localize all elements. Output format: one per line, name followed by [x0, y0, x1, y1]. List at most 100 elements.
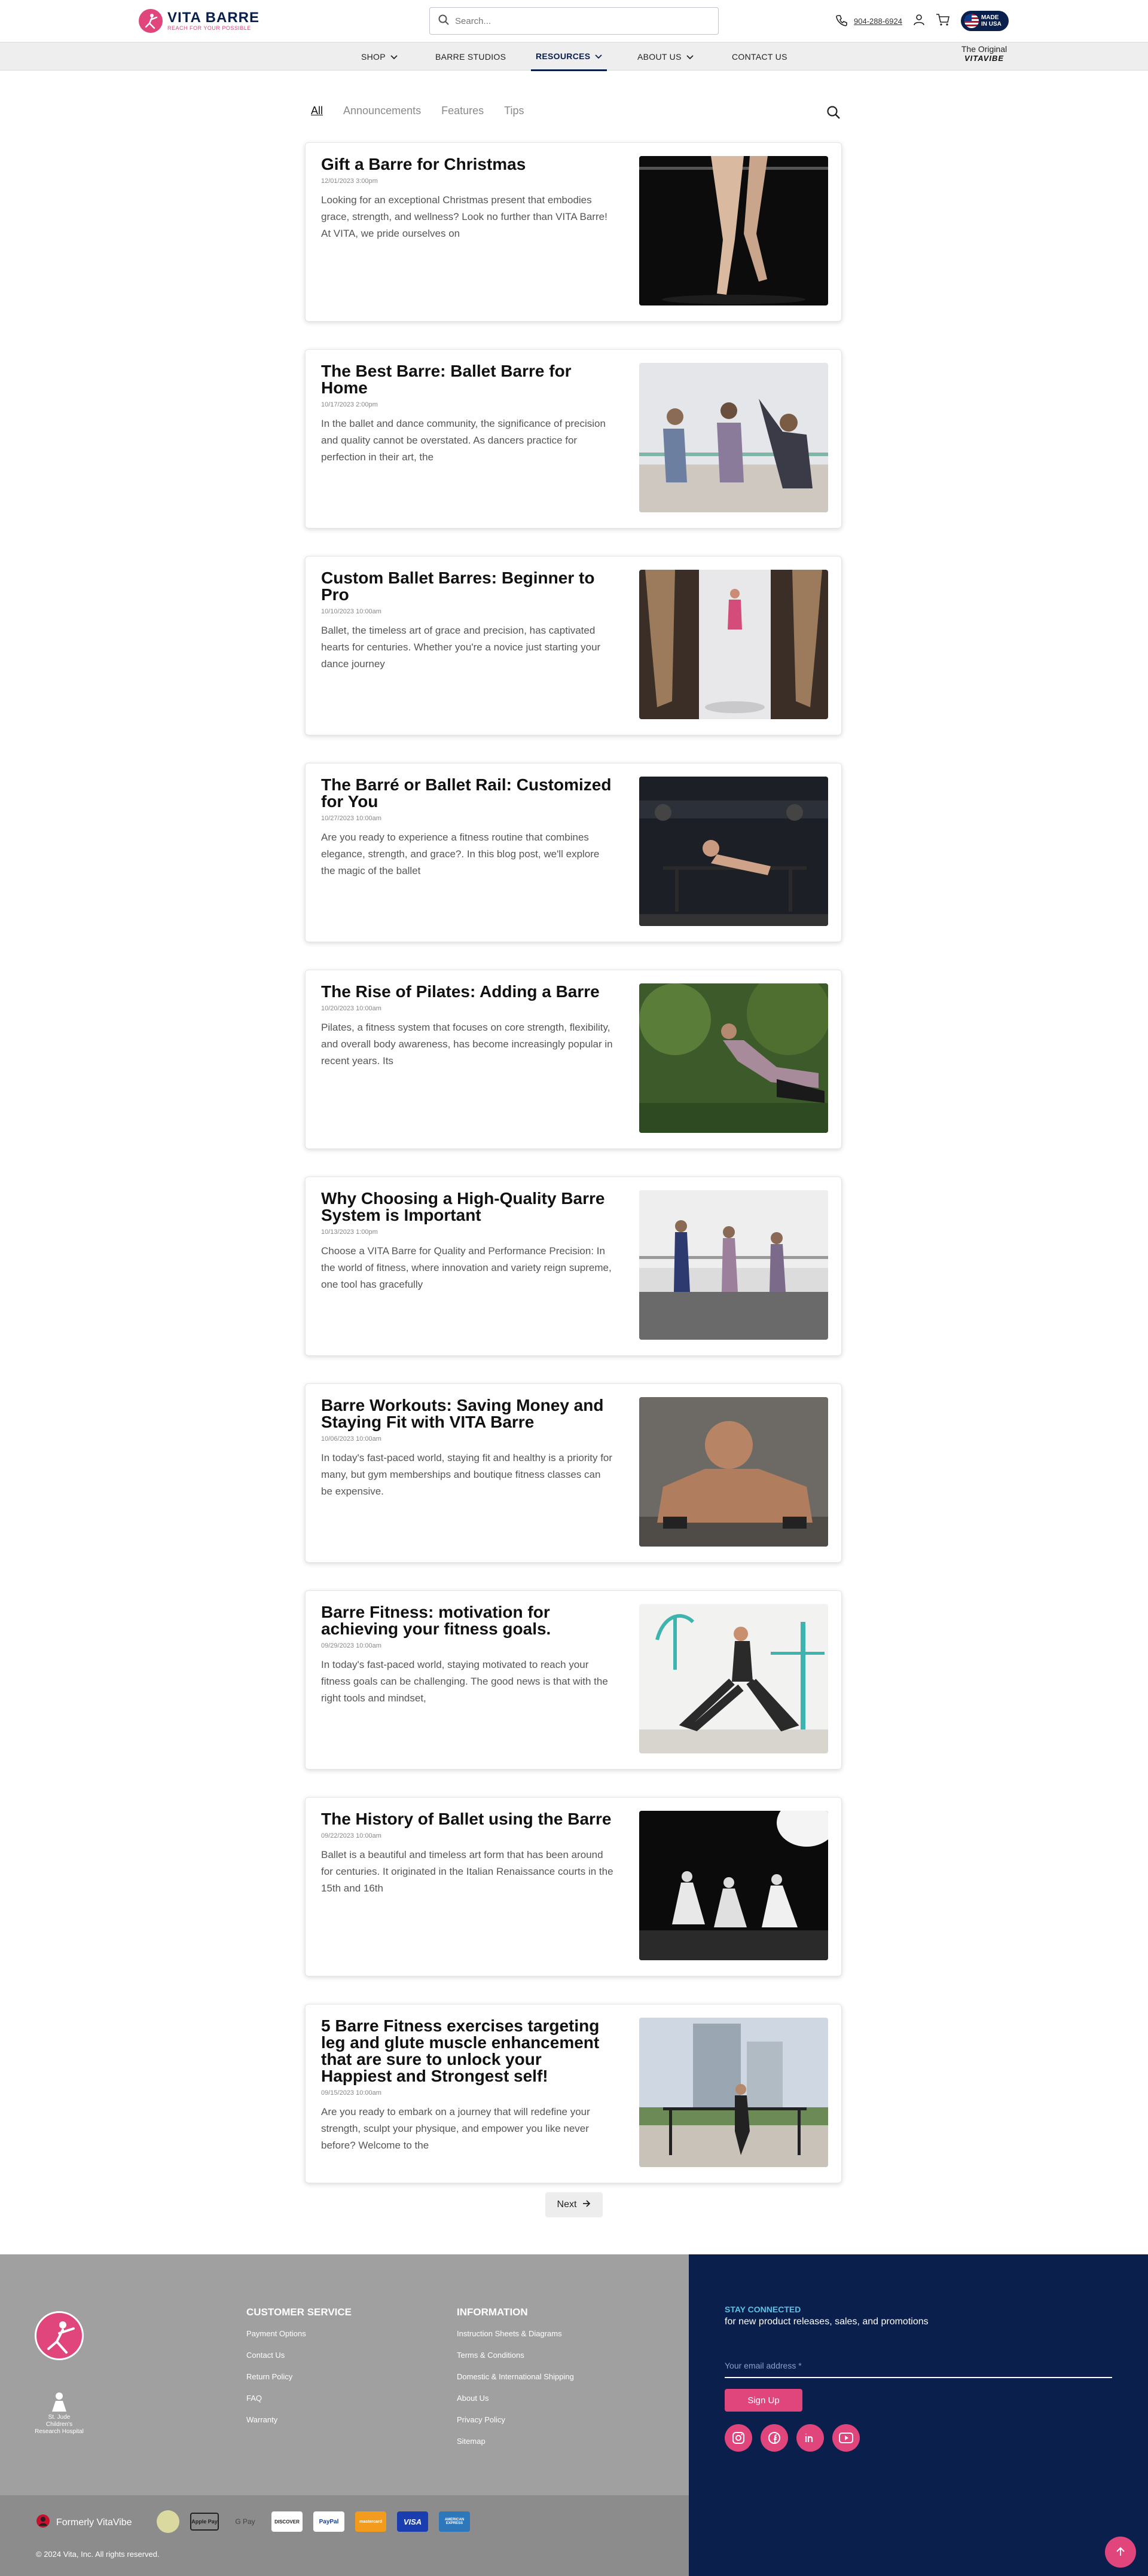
blog-post-card[interactable]: Why Choosing a High-Quality Barre System…	[305, 1177, 842, 1356]
information-heading: INFORMATION	[457, 2306, 528, 2318]
stjude-logo[interactable]: St. Jude Children's Research Hospital	[35, 2391, 84, 2436]
nav-contact-us[interactable]: CONTACT US	[732, 42, 787, 71]
nav-label: CONTACT US	[732, 52, 787, 62]
apple-pay-icon: Apple Pay	[190, 2513, 219, 2531]
arrow-up-icon	[1115, 2546, 1126, 2559]
tab-all[interactable]: All	[311, 105, 323, 123]
post-date: 10/17/2023 2:00pm	[321, 401, 378, 408]
site-logo[interactable]: VITA BARRE REACH FOR YOUR POSSIBLE	[139, 8, 259, 33]
nav-label: BARRE STUDIOS	[435, 52, 506, 62]
blog-search-icon[interactable]	[826, 105, 841, 123]
nav-label: RESOURCES	[536, 51, 591, 61]
post-image[interactable]	[639, 1397, 828, 1547]
nav-about-us[interactable]: ABOUT US	[637, 42, 694, 71]
post-title[interactable]: The Rise of Pilates: Adding a Barre	[321, 983, 614, 1000]
post-image[interactable]	[639, 983, 828, 1133]
brand-line-2: VITAVIBE	[964, 54, 1004, 63]
facebook-icon[interactable]	[761, 2424, 788, 2452]
footer-logo-icon[interactable]	[35, 2311, 84, 2360]
nav-label: ABOUT US	[637, 52, 682, 62]
newsletter-email-field[interactable]	[725, 2354, 1112, 2378]
blog-post-card[interactable]: The Rise of Pilates: Adding a Barre 10/2…	[305, 970, 842, 1149]
copyright-text: © 2024 Vita, Inc. All rights reserved.	[36, 2550, 160, 2559]
footer-link-payment-options[interactable]: Payment Options	[246, 2329, 352, 2351]
post-excerpt: Are you ready to experience a fitness ro…	[321, 832, 600, 876]
linkedin-icon[interactable]	[796, 2424, 824, 2452]
post-title[interactable]: Barre Workouts: Saving Money and Staying…	[321, 1397, 614, 1431]
formerly-vitavibe: Formerly VitaVibe	[36, 2514, 132, 2531]
scroll-to-top-button[interactable]	[1105, 2537, 1136, 2568]
cart-icon[interactable]	[936, 13, 950, 29]
vitavibe-icon	[36, 2514, 50, 2531]
search-input[interactable]	[455, 16, 706, 26]
search-box[interactable]	[429, 7, 719, 35]
footer-link-shipping[interactable]: Domestic & International Shipping	[457, 2372, 574, 2394]
post-date: 09/15/2023 10:00am	[321, 2089, 381, 2097]
blog-post-card[interactable]: 5 Barre Fitness exercises targeting leg …	[305, 2004, 842, 2183]
post-image[interactable]	[639, 156, 828, 305]
logo-name: VITA BARRE	[167, 10, 259, 26]
tab-features[interactable]: Features	[441, 105, 484, 123]
chevron-down-icon	[686, 52, 694, 62]
blog-post-card[interactable]: Barre Workouts: Saving Money and Staying…	[305, 1383, 842, 1563]
footer-link-faq[interactable]: FAQ	[246, 2394, 352, 2415]
post-title[interactable]: The Best Barre: Ballet Barre for Home	[321, 363, 614, 396]
post-excerpt: Choose a VITA Barre for Quality and Perf…	[321, 1245, 612, 1290]
blog-post-card[interactable]: Custom Ballet Barres: Beginner to Pro 10…	[305, 556, 842, 735]
signup-button[interactable]: Sign Up	[725, 2389, 802, 2412]
nav-shop[interactable]: SHOP	[361, 42, 398, 71]
logo-dancer-icon	[139, 9, 163, 33]
phone-number: 904-288-6924	[854, 16, 902, 26]
blog-post-card[interactable]: Barre Fitness: motivation for achieving …	[305, 1590, 842, 1770]
stay-connected: STAY CONNECTED for new product releases,…	[725, 2305, 929, 2327]
blog-post-card[interactable]: The Barré or Ballet Rail: Customized for…	[305, 763, 842, 942]
post-image[interactable]	[639, 570, 828, 719]
youtube-icon[interactable]	[832, 2424, 860, 2452]
footer-link-about-us[interactable]: About Us	[457, 2394, 574, 2415]
post-title[interactable]: The History of Ballet using the Barre	[321, 1811, 614, 1828]
blog-post-card[interactable]: Gift a Barre for Christmas 12/01/2023 3:…	[305, 142, 842, 322]
footer-link-instruction-sheets[interactable]: Instruction Sheets & Diagrams	[457, 2329, 574, 2351]
footer-link-warranty[interactable]: Warranty	[246, 2415, 352, 2437]
vitavibe-brand[interactable]: The Original VITAVIBE	[947, 44, 1021, 63]
post-date: 12/01/2023 3:00pm	[321, 178, 378, 185]
search-icon	[438, 14, 449, 28]
discover-icon: DISCOVER	[271, 2511, 303, 2532]
seal-icon	[157, 2510, 179, 2533]
post-date: 10/06/2023 10:00am	[321, 1435, 381, 1443]
phone-link[interactable]: 904-288-6924	[836, 14, 902, 28]
tab-tips[interactable]: Tips	[504, 105, 524, 123]
footer-link-return-policy[interactable]: Return Policy	[246, 2372, 352, 2394]
post-title[interactable]: Gift a Barre for Christmas	[321, 156, 614, 173]
information-column: INFORMATION Instruction Sheets & Diagram…	[457, 2306, 574, 2458]
post-title[interactable]: The Barré or Ballet Rail: Customized for…	[321, 777, 614, 810]
post-image[interactable]	[639, 363, 828, 512]
post-image[interactable]	[639, 1190, 828, 1340]
account-icon[interactable]	[913, 14, 925, 29]
footer-bottom-bar	[0, 2495, 689, 2576]
post-title[interactable]: Why Choosing a High-Quality Barre System…	[321, 1190, 614, 1224]
post-title[interactable]: Barre Fitness: motivation for achieving …	[321, 1604, 614, 1637]
tab-announcements[interactable]: Announcements	[343, 105, 421, 123]
footer-link-terms[interactable]: Terms & Conditions	[457, 2351, 574, 2372]
top-header: VITA BARRE REACH FOR YOUR POSSIBLE 904-2…	[0, 0, 1148, 42]
post-image[interactable]	[639, 777, 828, 926]
blog-post-card[interactable]: The History of Ballet using the Barre 09…	[305, 1797, 842, 1976]
post-excerpt: Pilates, a fitness system that focuses o…	[321, 1022, 613, 1067]
next-page-button[interactable]: Next	[545, 2192, 603, 2217]
footer-link-sitemap[interactable]: Sitemap	[457, 2437, 574, 2458]
post-excerpt: In the ballet and dance community, the s…	[321, 418, 606, 463]
payment-methods: Apple Pay G Pay DISCOVER PayPal masterca…	[157, 2510, 470, 2533]
post-image[interactable]	[639, 1811, 828, 1960]
footer-link-privacy[interactable]: Privacy Policy	[457, 2415, 574, 2437]
post-title[interactable]: Custom Ballet Barres: Beginner to Pro	[321, 570, 614, 603]
arrow-right-icon	[582, 2199, 591, 2210]
post-image[interactable]	[639, 2018, 828, 2167]
footer-link-contact-us[interactable]: Contact Us	[246, 2351, 352, 2372]
instagram-icon[interactable]	[725, 2424, 752, 2452]
nav-barre-studios[interactable]: BARRE STUDIOS	[435, 42, 506, 71]
post-image[interactable]	[639, 1604, 828, 1753]
blog-post-card[interactable]: The Best Barre: Ballet Barre for Home 10…	[305, 349, 842, 528]
nav-resources[interactable]: RESOURCES	[531, 42, 607, 71]
post-title[interactable]: 5 Barre Fitness exercises targeting leg …	[321, 2018, 614, 2085]
